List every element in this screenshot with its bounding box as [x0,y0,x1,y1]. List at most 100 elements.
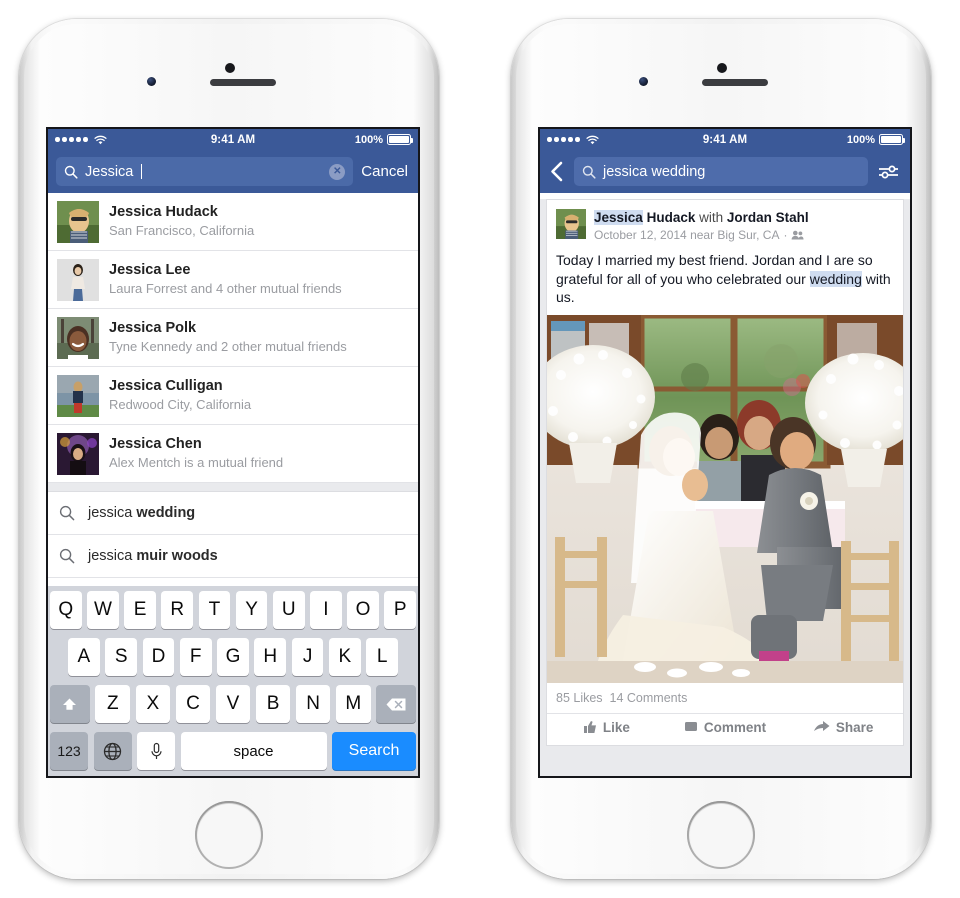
space-key[interactable]: space [180,732,327,770]
likes-count[interactable]: 85 Likes [556,691,603,705]
proximity-sensor-icon [717,63,727,73]
post-timestamp-location: October 12, 2014 near Big Sur, CA [594,228,780,242]
post-author-surname[interactable]: Hudack [647,210,696,225]
list-item[interactable]: jessica muir woods [48,535,418,578]
search-key[interactable]: Search [332,732,416,770]
battery-full-icon [387,134,414,145]
proximity-sensor-icon [225,63,235,73]
key-x[interactable]: X [135,685,171,723]
search-icon [64,165,78,179]
key-b[interactable]: B [255,685,291,723]
like-button[interactable]: Like [547,720,666,735]
key-c[interactable]: C [175,685,211,723]
key-v[interactable]: V [215,685,251,723]
list-item-text: Jessica Polk Tyne Kennedy and 2 other mu… [109,319,347,355]
friends-audience-icon[interactable] [791,230,804,240]
list-item-text: Jessica Chen Alex Mentch is a mutual fri… [109,435,283,471]
list-item[interactable]: Jessica Lee Laura Forrest and 4 other mu… [48,251,418,309]
key-f[interactable]: F [179,638,212,676]
earpiece-speaker [210,79,276,86]
search-icon [59,548,75,564]
key-y[interactable]: Y [235,591,268,629]
phone-left: 9:41 AM 100% Jessica ✕ Cancel Jessica Hu… [19,19,439,879]
battery-percent-label: 100% [354,133,383,146]
avatar[interactable] [556,209,586,239]
phone-right-body: 9:41 AM 100% jessica wedding Jessica Hud… [516,24,926,874]
comments-count[interactable]: 14 Comments [610,691,688,705]
suggestion-prefix: jessica [88,505,137,521]
key-a[interactable]: A [67,638,100,676]
person-subtitle: Tyne Kennedy and 2 other mutual friends [109,338,347,354]
key-l[interactable]: L [366,638,399,676]
numbers-key[interactable]: 123 [50,732,88,770]
home-button[interactable] [195,801,263,869]
post-card: Jessica Hudack with Jordan Stahl October… [546,199,904,746]
search-icon [582,165,596,179]
key-h[interactable]: H [254,638,287,676]
post-byline: Jessica Hudack with Jordan Stahl [594,210,809,225]
key-n[interactable]: N [295,685,331,723]
post-stats: 85 Likes 14 Comments [547,683,903,714]
key-g[interactable]: G [217,638,249,676]
key-m[interactable]: M [335,685,371,723]
avatar [57,432,99,475]
suggestion-prefix: jessica [88,548,137,564]
list-item-text: Jessica Lee Laura Forrest and 4 other mu… [109,261,342,297]
post-meta: October 12, 2014 near Big Sur, CA · [594,228,809,242]
list-item[interactable]: Jessica Polk Tyne Kennedy and 2 other mu… [48,309,418,367]
on-screen-keyboard: Q W E R T Y U I O P A S D F G H J K L Z … [48,586,418,776]
key-k[interactable]: K [328,638,361,676]
shift-up-icon[interactable] [49,685,90,723]
suggestion-completion: muir woods [136,548,218,564]
results-navbar: jessica wedding [540,150,910,193]
key-p[interactable]: P [384,591,417,629]
home-button[interactable] [687,801,755,869]
key-r[interactable]: R [161,591,194,629]
status-bar-right: 100% [354,133,414,146]
tagged-person[interactable]: Jordan Stahl [727,210,809,225]
suggestion-text: jessica muir woods [88,548,218,564]
key-t[interactable]: T [198,591,231,629]
keyboard-row-3: Z X C V B N M [49,685,417,723]
screen-left: 9:41 AM 100% Jessica ✕ Cancel Jessica Hu… [46,127,420,778]
news-feed: Jessica Hudack with Jordan Stahl October… [540,199,910,776]
wedding-photo[interactable] [547,314,903,683]
share-arrow-icon [813,720,830,734]
back-chevron-icon[interactable] [548,161,566,182]
backspace-icon[interactable] [376,685,417,723]
clear-circle-icon[interactable]: ✕ [329,163,346,180]
filter-sliders-icon[interactable] [876,163,902,181]
key-z[interactable]: Z [95,685,131,723]
list-item[interactable]: jessica wedding [48,492,418,535]
list-item[interactable]: Jessica Chen Alex Mentch is a mutual fri… [48,425,418,483]
avatar [57,200,99,243]
search-input[interactable]: jessica wedding [574,157,868,186]
key-u[interactable]: U [272,591,305,629]
post-author-highlight[interactable]: Jessica [594,210,643,225]
comment-label: Comment [703,719,767,735]
cancel-button[interactable]: Cancel [361,163,410,180]
comment-button[interactable]: Comment [666,720,785,735]
comment-icon [684,720,698,734]
key-e[interactable]: E [124,591,156,629]
front-camera-icon [639,77,648,86]
keyboard-row-4: 123 space Search [50,732,416,770]
person-subtitle: Alex Mentch is a mutual friend [109,454,284,470]
key-i[interactable]: I [310,591,342,629]
post-actions: Like Comment Share [547,714,903,745]
key-s[interactable]: S [105,638,138,676]
share-button[interactable]: Share [784,720,903,735]
list-item[interactable]: Jessica Culligan Redwood City, Californi… [48,367,418,425]
list-item[interactable]: Jessica Hudack San Francisco, California [48,193,418,251]
key-d[interactable]: D [142,638,175,676]
status-bar-right: 100% [847,134,906,146]
search-input[interactable]: Jessica ✕ [56,157,354,186]
post-body-highlight[interactable]: wedding [809,270,862,287]
key-o[interactable]: O [347,591,379,629]
microphone-icon[interactable] [137,732,175,770]
key-q[interactable]: Q [49,591,82,629]
suggestion-text: jessica wedding [88,505,195,521]
globe-icon[interactable] [93,732,132,770]
key-w[interactable]: W [87,591,119,629]
key-j[interactable]: J [291,638,324,676]
